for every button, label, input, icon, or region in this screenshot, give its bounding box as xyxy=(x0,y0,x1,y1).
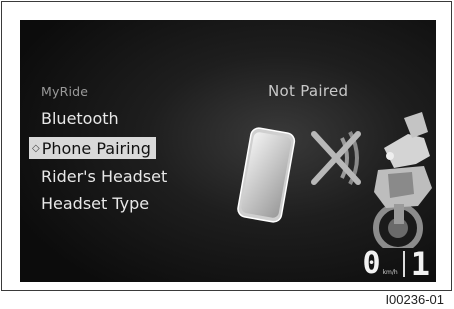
no-signal-cross-icon xyxy=(311,131,361,185)
motorcycle-image xyxy=(373,112,432,248)
menu-section-title: MyRide xyxy=(41,84,89,99)
speed-value: 0 xyxy=(362,246,381,281)
menu-item-bluetooth[interactable]: Bluetooth xyxy=(41,109,119,128)
menu-item-headset-type[interactable]: Headset Type xyxy=(41,194,149,213)
readout-divider xyxy=(402,251,405,277)
dashboard-screen: MyRide Bluetooth ◇ Phone Pairing Rider's… xyxy=(20,20,436,282)
menu-item-label: Phone Pairing xyxy=(41,138,151,158)
pairing-status: Not Paired xyxy=(268,82,349,100)
speed-gear-readout: 0 km/h 1 xyxy=(362,245,430,282)
speed-unit: km/h xyxy=(382,269,398,276)
figure-code: I00236-01 xyxy=(385,292,444,307)
menu-item-riders-headset[interactable]: Rider's Headset xyxy=(41,167,167,186)
diamond-outline-icon: ◇ xyxy=(32,142,40,154)
menu-item-phone-pairing[interactable]: ◇ Phone Pairing xyxy=(29,137,156,159)
smartphone-icon xyxy=(237,127,296,223)
figure-frame: MyRide Bluetooth ◇ Phone Pairing Rider's… xyxy=(1,1,452,291)
gear-value: 1 xyxy=(410,245,430,282)
